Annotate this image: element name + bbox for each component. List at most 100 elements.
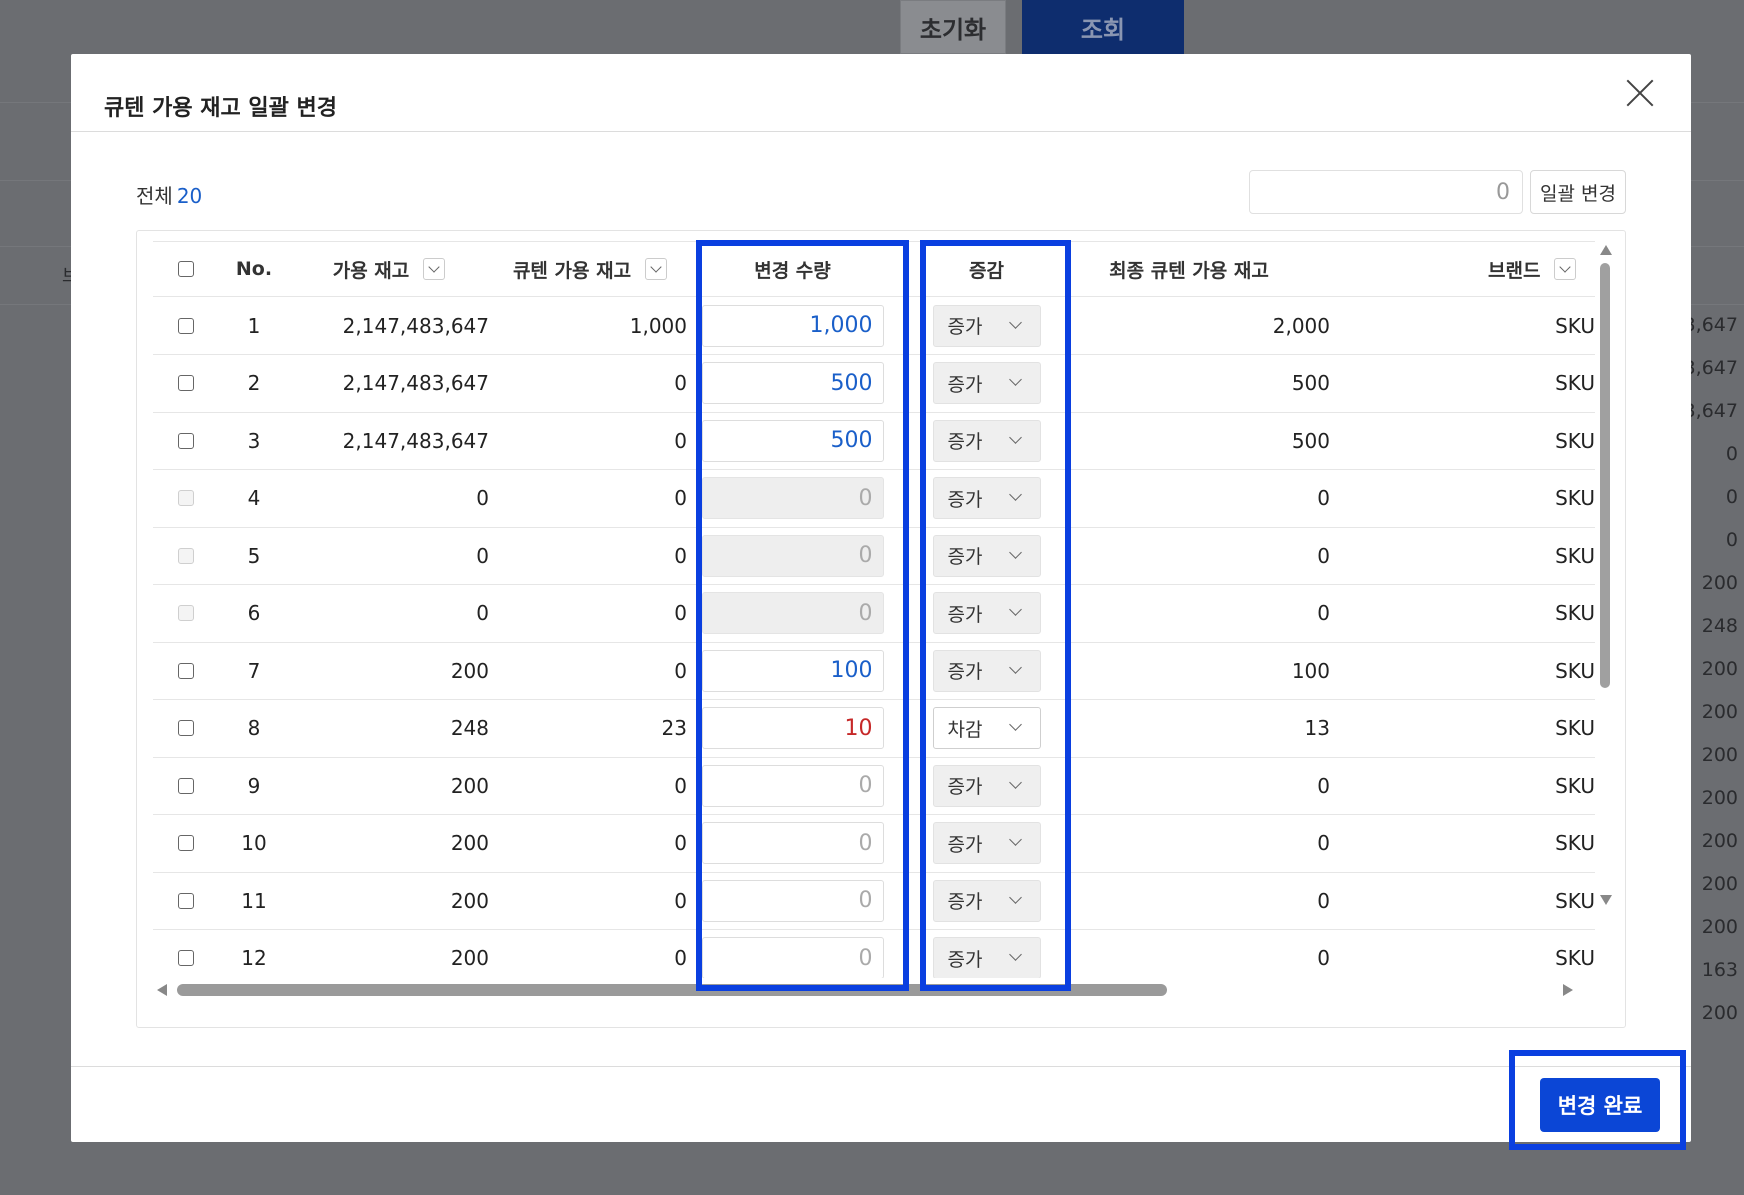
header-checkbox-cell — [153, 242, 219, 296]
cell-qten-available: 0 — [674, 831, 687, 855]
change-qty-input[interactable]: 1,000 — [701, 304, 884, 347]
cell-brand: SKU — [1555, 371, 1595, 395]
change-complete-button[interactable]: 변경 완료 — [1540, 1078, 1660, 1132]
row-checkbox[interactable] — [178, 662, 194, 679]
reset-button: 초기화 — [900, 0, 1006, 54]
inc-dec-select[interactable]: 증가 — [932, 879, 1041, 922]
row-checkbox[interactable] — [178, 432, 194, 449]
scroll-up-icon[interactable] — [1600, 245, 1612, 255]
total-label: 전체 — [136, 184, 173, 208]
cell-final: 500 — [1291, 371, 1330, 395]
cell-brand: SKU — [1555, 601, 1595, 625]
row-checkbox-cell — [153, 527, 219, 584]
inc-dec-select[interactable]: 증가 — [932, 649, 1041, 692]
row-checkbox[interactable] — [178, 950, 194, 966]
inc-dec-select[interactable]: 증가 — [932, 937, 1041, 978]
cell-brand: SKU — [1555, 313, 1595, 338]
cell-qten-available: 0 — [674, 601, 687, 625]
inc-dec-select[interactable]: 차감 — [932, 707, 1041, 749]
inc-dec-select[interactable]: 증가 — [932, 419, 1041, 462]
total-count: 전체 20 — [136, 180, 202, 209]
cell-qten-available: 0 — [674, 658, 687, 683]
scroll-right-icon[interactable] — [1563, 984, 1573, 996]
row-checkbox-cell — [153, 412, 219, 469]
cell-available: 200 — [450, 888, 489, 913]
scroll-down-icon[interactable] — [1600, 895, 1612, 905]
scroll-thumb[interactable] — [177, 984, 1167, 996]
row-checkbox[interactable] — [178, 892, 194, 909]
cell-qten-available: 23 — [661, 716, 687, 740]
cell-inc-dec: 차감 — [925, 700, 1048, 757]
inc-dec-select[interactable]: 증가 — [932, 534, 1041, 577]
cell-final: 0 — [1317, 888, 1330, 913]
cell-change-qty: 0 — [700, 585, 885, 642]
cell-change-qty: 0 — [700, 527, 885, 584]
inc-dec-select[interactable]: 증가 — [932, 822, 1041, 864]
inc-dec-select[interactable]: 증가 — [932, 592, 1041, 634]
inc-dec-select[interactable]: 증가 — [932, 764, 1041, 807]
cell-qten-available: 0 — [674, 543, 687, 568]
inc-dec-value: 증가 — [947, 431, 983, 453]
cell-no: 3 — [247, 428, 261, 453]
row-checkbox-cell — [153, 642, 219, 699]
cell-available: 200 — [450, 946, 489, 970]
row-checkbox[interactable] — [178, 720, 194, 736]
bulk-change-button[interactable]: 일괄 변경 — [1530, 170, 1626, 214]
inc-dec-select[interactable]: 증가 — [932, 304, 1041, 347]
close-icon[interactable] — [1625, 78, 1655, 108]
chevron-down-icon — [1008, 315, 1022, 329]
bulk-quantity-input[interactable] — [1249, 170, 1523, 214]
change-qty-input[interactable]: 500 — [701, 362, 884, 404]
cell-no: 4 — [247, 486, 261, 510]
filter-dropdown-icon[interactable] — [1554, 258, 1577, 280]
row-checkbox[interactable] — [178, 835, 194, 851]
row-checkbox[interactable] — [178, 375, 194, 391]
table-row: 7 200 0 100 증가 100 SKU — [153, 642, 1595, 700]
scroll-thumb[interactable] — [1600, 263, 1610, 688]
cell-change-qty: 100 — [700, 642, 885, 699]
table-row: 9 200 0 0 증가 0 SKU — [153, 757, 1595, 815]
cell-change-qty: 500 — [700, 355, 885, 412]
change-qty-input[interactable]: 0 — [701, 937, 884, 978]
header-no: No. — [235, 258, 273, 280]
table-row: 2 2,147,483,647 0 500 증가 500 SKU — [153, 355, 1595, 413]
table-row: 5 0 0 0 증가 0 SKU — [153, 527, 1595, 585]
filter-dropdown-icon[interactable] — [423, 258, 446, 280]
change-qty-input[interactable]: 0 — [701, 822, 884, 864]
table-row: 8 248 23 10 차감 13 SKU — [153, 700, 1595, 758]
cell-no: 9 — [247, 773, 261, 798]
cell-final: 0 — [1317, 486, 1330, 510]
chevron-down-icon — [1008, 948, 1022, 961]
cell-available: 200 — [450, 773, 489, 798]
filter-dropdown-icon[interactable] — [645, 258, 668, 280]
inc-dec-select[interactable]: 증가 — [932, 477, 1041, 519]
header-change-qty: 변경 수량 — [754, 259, 831, 282]
change-qty-input[interactable]: 500 — [701, 419, 884, 462]
cell-inc-dec: 증가 — [925, 297, 1048, 354]
inc-dec-value: 증가 — [947, 891, 983, 913]
change-qty-input[interactable]: 0 — [701, 764, 884, 807]
inc-dec-select[interactable]: 증가 — [932, 362, 1041, 404]
cell-inc-dec: 증가 — [925, 872, 1048, 929]
cell-inc-dec: 증가 — [925, 527, 1048, 584]
row-checkbox[interactable] — [178, 317, 194, 334]
change-qty-input[interactable]: 10 — [701, 707, 884, 749]
row-checkbox[interactable] — [178, 777, 194, 794]
change-qty-input[interactable]: 0 — [701, 879, 884, 922]
cell-change-qty: 500 — [700, 412, 885, 469]
inc-dec-value: 증가 — [947, 948, 983, 971]
scroll-left-icon[interactable] — [157, 984, 167, 996]
horizontal-scrollbar[interactable] — [157, 983, 1593, 997]
table-row: 3 2,147,483,647 0 500 증가 500 SKU — [153, 412, 1595, 470]
vertical-scrollbar[interactable] — [1598, 245, 1612, 905]
bulk-change-modal: 큐텐 가용 재고 일괄 변경 전체20 일괄 변경 No. 가용 재고 큐텐 가… — [71, 54, 1691, 1142]
change-qty-input[interactable]: 100 — [701, 649, 884, 692]
row-checkbox-cell — [153, 757, 219, 814]
grid-body: No. 가용 재고 큐텐 가용 재고 변경 수량 증감 최종 큐텐 가용 재고 … — [153, 241, 1595, 978]
header-final: 최종 큐텐 가용 재고 — [1109, 259, 1269, 282]
cell-change-qty: 10 — [700, 700, 885, 757]
cell-final: 0 — [1317, 946, 1330, 970]
select-all-checkbox[interactable] — [178, 261, 194, 277]
cell-brand: SKU — [1555, 486, 1595, 510]
row-checkbox — [178, 605, 194, 621]
